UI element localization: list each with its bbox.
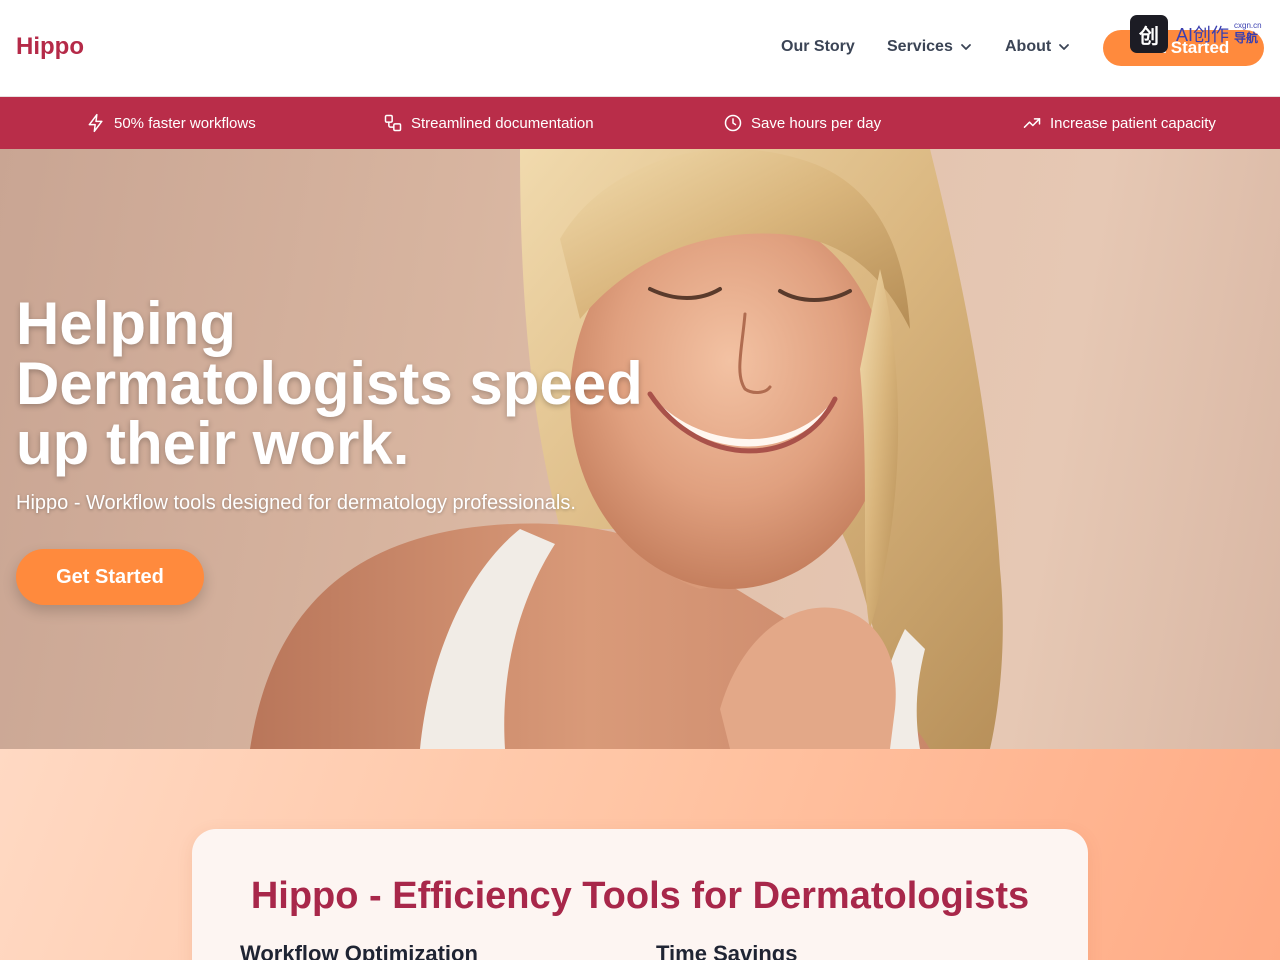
- site-header: Hippo Our Story Services About Get Start…: [0, 0, 1280, 97]
- logo[interactable]: Hippo: [16, 33, 84, 61]
- benefit-label: Increase patient capacity: [1050, 114, 1216, 132]
- benefit-label: 50% faster workflows: [114, 114, 256, 132]
- features-section: Hippo - Efficiency Tools for Dermatologi…: [0, 749, 1280, 960]
- lightning-icon: [88, 113, 103, 133]
- nav-about-label: About: [1005, 38, 1052, 55]
- workflow-icon: [384, 114, 402, 132]
- chevron-down-icon: [1059, 44, 1070, 50]
- feature-column-title: Time Savings: [656, 941, 798, 960]
- benefit-item: 50% faster workflows: [86, 97, 256, 149]
- hero-title: Helping Dermatologists speed up their wo…: [16, 294, 676, 474]
- hero-subtitle: Hippo - Workflow tools designed for derm…: [16, 492, 576, 514]
- features-card: Hippo - Efficiency Tools for Dermatologi…: [192, 829, 1088, 960]
- nav-services-label: Services: [887, 38, 953, 55]
- benefit-item: Streamlined documentation: [383, 97, 594, 149]
- watermark-logo-icon: 创: [1130, 15, 1168, 53]
- hero-title-line: up their work.: [16, 410, 410, 477]
- nav-services[interactable]: Services: [887, 38, 973, 56]
- watermark-badge: 创 AI创作 cxgn.cn 导航: [1130, 15, 1270, 53]
- get-started-button-hero[interactable]: Get Started: [16, 549, 204, 605]
- nav-about[interactable]: About: [1005, 38, 1071, 56]
- benefit-label: Save hours per day: [751, 114, 882, 132]
- hero-title-line: Helping: [16, 290, 236, 357]
- benefits-bar: 50% faster workflows Streamlined documen…: [0, 97, 1280, 149]
- features-title: Hippo - Efficiency Tools for Dermatologi…: [250, 875, 1030, 917]
- nav-our-story-label: Our Story: [781, 38, 855, 55]
- benefit-item: Save hours per day: [723, 97, 881, 149]
- feature-column-title: Workflow Optimization: [240, 941, 478, 960]
- nav-our-story[interactable]: Our Story: [781, 38, 855, 56]
- hero-title-line: Dermatologists speed: [16, 350, 643, 417]
- trending-up-icon: [1023, 118, 1041, 128]
- clock-icon: [724, 114, 742, 132]
- watermark-text: AI创作: [1176, 25, 1230, 45]
- benefit-item: Increase patient capacity: [1022, 97, 1216, 149]
- chevron-down-icon: [960, 44, 971, 50]
- hero-section: Helping Dermatologists speed up their wo…: [0, 149, 1280, 749]
- watermark-nav: 导航: [1234, 31, 1259, 45]
- benefit-label: Streamlined documentation: [411, 114, 594, 132]
